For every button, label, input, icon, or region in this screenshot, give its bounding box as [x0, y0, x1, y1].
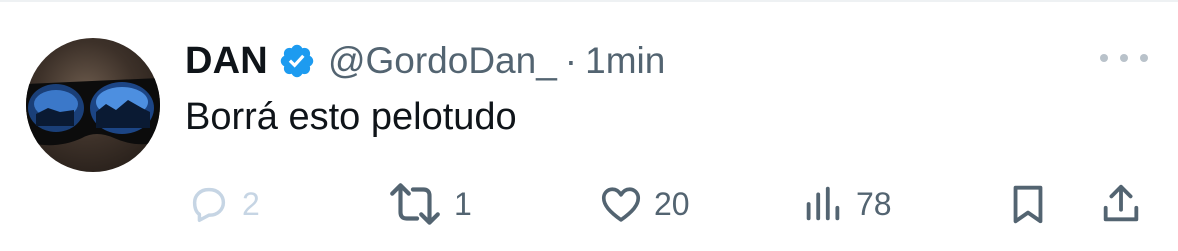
more-dot	[1100, 54, 1108, 62]
retweet-icon	[390, 183, 440, 225]
separator-dot: ·	[564, 40, 578, 81]
tweet-text: Borrá esto pelotudo	[185, 96, 517, 138]
avatar-image	[26, 78, 160, 146]
views-count: 78	[856, 185, 892, 222]
verified-badge-icon	[278, 42, 316, 80]
reply-count: 2	[242, 185, 260, 222]
like-icon	[601, 187, 641, 222]
timestamp[interactable]: 1min	[585, 40, 665, 82]
like-button[interactable]: 20	[598, 176, 690, 232]
tweet-header: DAN @GordoDan_ · 1min	[185, 36, 665, 86]
share-icon	[1103, 184, 1139, 222]
views-button[interactable]: 78	[800, 176, 892, 232]
retweet-count: 1	[454, 185, 472, 222]
bookmark-button[interactable]	[1005, 176, 1051, 232]
handle[interactable]: @GordoDan_	[328, 40, 557, 82]
like-count: 20	[654, 185, 690, 222]
more-dot	[1140, 54, 1148, 62]
more-dot	[1120, 54, 1128, 62]
views-icon	[806, 186, 840, 221]
reply-button[interactable]: 2	[186, 176, 260, 232]
display-name[interactable]: DAN	[185, 40, 268, 83]
reply-icon	[192, 187, 226, 223]
top-divider	[0, 0, 1178, 2]
more-icon[interactable]	[1100, 48, 1148, 68]
retweet-button[interactable]: 1	[386, 176, 472, 232]
share-button[interactable]	[1098, 176, 1144, 232]
bookmark-icon	[1013, 185, 1043, 224]
avatar[interactable]	[26, 38, 160, 172]
